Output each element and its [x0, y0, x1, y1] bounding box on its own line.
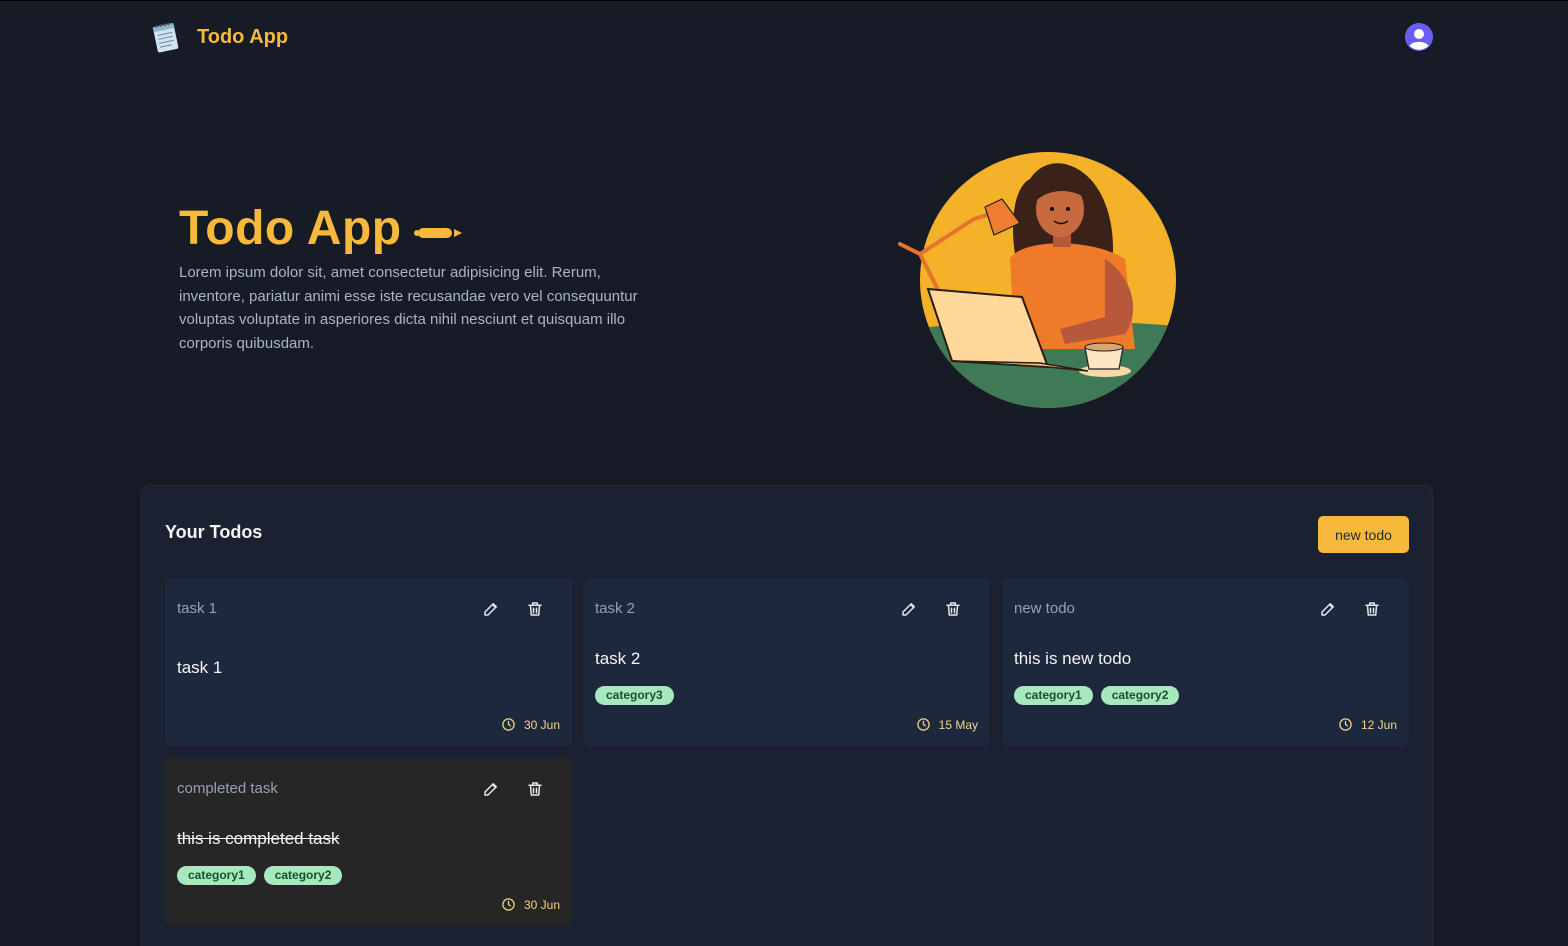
- todo-date-text: 15 May: [938, 717, 978, 732]
- todo-date: 30 Jun: [501, 897, 560, 912]
- todo-heading: new todo: [1014, 600, 1075, 617]
- hero-title: Todo App: [179, 202, 402, 255]
- todo-tags: category1 category2: [177, 866, 343, 885]
- category-tag[interactable]: category3: [595, 686, 674, 705]
- todo-date: 12 Jun: [1338, 717, 1397, 732]
- navbar: Todo App: [0, 1, 1568, 75]
- category-tag[interactable]: category1: [1014, 686, 1093, 705]
- todo-card[interactable]: task 1 task 1 30 Jun: [165, 578, 572, 746]
- category-tag[interactable]: category1: [177, 866, 256, 885]
- todo-body: task 2: [595, 649, 641, 668]
- edit-icon[interactable]: [482, 780, 500, 798]
- todo-heading: task 2: [595, 600, 636, 617]
- todo-date-text: 12 Jun: [1360, 717, 1397, 732]
- trash-icon[interactable]: [944, 600, 962, 618]
- todo-date: 15 May: [916, 717, 978, 732]
- todo-date-text: 30 Jun: [523, 717, 560, 732]
- todo-tags: category1 category2: [1014, 686, 1180, 705]
- hero-heading: Todo App: [179, 201, 462, 256]
- brand[interactable]: Todo App: [148, 19, 288, 55]
- todo-tags: category3: [595, 686, 674, 705]
- brand-title: Todo App: [197, 25, 289, 48]
- todos-title: Your Todos: [165, 522, 263, 542]
- new-todo-button[interactable]: new todo: [1318, 516, 1409, 553]
- clock-icon: [502, 718, 515, 731]
- edit-icon[interactable]: [1319, 600, 1337, 618]
- todo-date: 30 Jun: [501, 717, 560, 732]
- todo-body: this is completed task: [177, 829, 340, 848]
- trash-icon[interactable]: [1363, 600, 1381, 618]
- trash-icon[interactable]: [526, 600, 544, 618]
- pen-icon: [413, 227, 462, 238]
- clock-icon: [502, 898, 515, 911]
- edit-icon[interactable]: [900, 600, 918, 618]
- todo-body: task 1: [177, 658, 223, 677]
- trash-icon[interactable]: [526, 780, 544, 798]
- todo-body: this is new todo: [1014, 649, 1132, 668]
- edit-icon[interactable]: [482, 600, 500, 618]
- user-avatar-icon[interactable]: [1405, 23, 1433, 51]
- working-woman-illustration: [898, 152, 1176, 408]
- hero-description: Lorem ipsum dolor sit, amet consectetur …: [179, 264, 638, 352]
- clock-icon: [916, 718, 930, 731]
- todo-heading: completed task: [177, 780, 278, 797]
- todo-card-completed[interactable]: completed task this is completed task ca…: [165, 758, 572, 926]
- todo-card[interactable]: new todo this is new todo category1 cate…: [1002, 578, 1409, 746]
- category-tag[interactable]: category2: [263, 866, 343, 885]
- category-tag[interactable]: category2: [1100, 686, 1180, 705]
- todo-date-text: 30 Jun: [523, 897, 560, 912]
- clock-icon: [1339, 718, 1352, 731]
- todo-heading: task 1: [177, 600, 218, 617]
- todo-card[interactable]: task 2 task 2 category3 15 May: [583, 578, 990, 746]
- notepad-icon: [152, 22, 179, 53]
